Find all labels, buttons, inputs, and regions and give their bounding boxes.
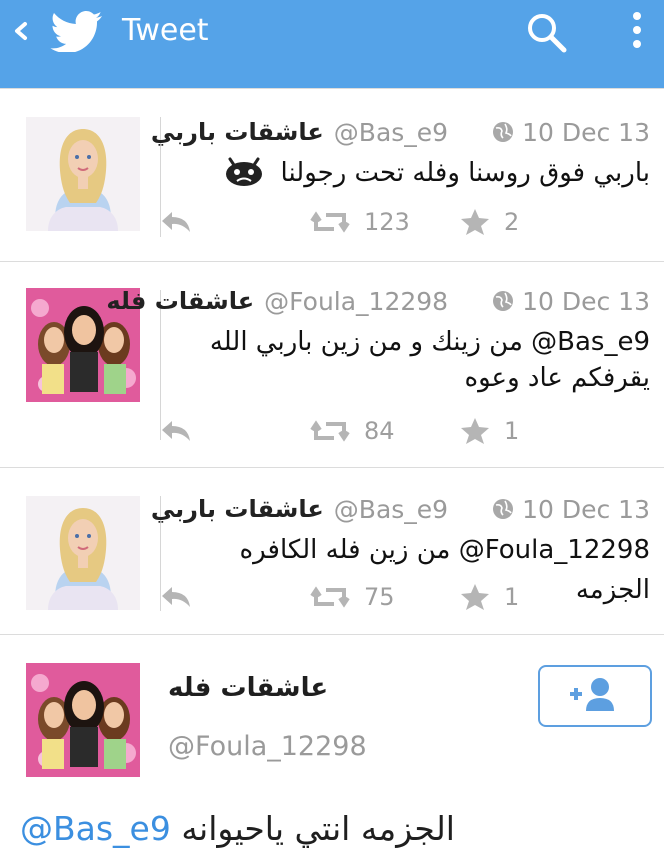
retweet-button[interactable]: 75 (310, 580, 395, 614)
retweet-count: 84 (364, 417, 395, 445)
retweet-icon (310, 420, 350, 442)
tweet-date[interactable]: 10 Dec 13 (522, 495, 650, 524)
top-app-bar: Tweet (0, 0, 664, 88)
reply-icon (162, 212, 190, 232)
fulla-dolls-avatar (26, 663, 140, 777)
author-name[interactable]: عاشقات باربي (151, 118, 324, 146)
profile-name[interactable]: عاشقات فله (168, 673, 328, 703)
globe-icon (493, 291, 514, 311)
globe-icon (493, 122, 514, 142)
tweet-text: باربي فوق روسنا وفله تحت رجولنا (280, 158, 650, 188)
crying-face-icon (226, 157, 263, 186)
star-icon (461, 584, 489, 610)
tweet-row[interactable]: عاشقات باربي @Bas_e9 10 Dec 13 @Foula_12… (0, 467, 664, 634)
tweet-text: يقرفكم عاد وعوه (464, 363, 651, 393)
more-vertical-icon (633, 12, 641, 20)
barbie-doll-avatar (26, 117, 140, 231)
reply-icon (162, 421, 190, 441)
barbie-doll-avatar (26, 496, 140, 610)
avatar[interactable] (26, 496, 140, 610)
tweet-actions: 84 1 (160, 414, 520, 448)
tweet-row[interactable]: عاشقات فله @Foula_12298 10 Dec 13 @Bas_e… (0, 261, 664, 467)
globe-icon (493, 499, 514, 519)
back-button[interactable] (10, 14, 34, 48)
tweet-header: عاشقات باربي @Bas_e9 10 Dec 13 (151, 492, 650, 526)
favorite-button[interactable]: 2 (460, 205, 519, 239)
tweet-text: من زينك و من زين باربي الله (209, 327, 523, 357)
page-title: Tweet (122, 13, 209, 48)
favorite-count: 1 (504, 417, 520, 445)
tweet-text-row: @Bas_e9 من زينك و من زين باربي الله (170, 322, 650, 362)
retweet-button[interactable]: 123 (310, 205, 410, 239)
main-tweet: عاشقات فله @Foula_12298 @Bas_e9 الجزمه ا… (0, 634, 664, 863)
star-icon (461, 209, 489, 235)
tweet-header: عاشقات باربي @Bas_e9 10 Dec 13 (151, 115, 650, 149)
mention-link[interactable]: @Bas_e9 (531, 327, 650, 357)
profile-handle[interactable]: @Foula_12298 (168, 731, 367, 762)
tweet-date[interactable]: 10 Dec 13 (522, 287, 650, 316)
search-icon (528, 14, 567, 53)
star-icon (461, 418, 489, 444)
retweet-button[interactable]: 84 (310, 414, 395, 448)
tweet-text-row: باربي فوق روسنا وفله تحت رجولنا (170, 153, 650, 193)
tweet-actions: 75 1 (160, 580, 520, 614)
chevron-left-icon (15, 22, 27, 40)
avatar[interactable] (26, 663, 140, 777)
tweet-text-row-2: يقرفكم عاد وعوه (170, 358, 651, 398)
main-tweet-text: @Bas_e9 الجزمه انتي ياحيوانه (20, 809, 455, 848)
tweet-text: الجزمه انتي ياحيوانه (181, 809, 455, 848)
author-name[interactable]: عاشقات فله (106, 287, 254, 315)
add-user-icon (570, 678, 614, 711)
mention-link[interactable]: @Bas_e9 (20, 809, 171, 848)
twitter-bird-icon (50, 11, 102, 52)
tweet-actions: 123 2 (160, 205, 520, 239)
retweet-icon (310, 586, 350, 608)
favorite-button[interactable]: 1 (460, 580, 519, 614)
author-handle[interactable]: @Bas_e9 (334, 495, 448, 524)
retweet-icon (310, 211, 350, 233)
reply-button[interactable] (160, 580, 192, 614)
avatar[interactable] (26, 117, 140, 231)
tweet-header: عاشقات فله @Foula_12298 10 Dec 13 (106, 284, 650, 318)
author-name[interactable]: عاشقات باربي (151, 495, 324, 523)
retweet-count: 75 (364, 583, 395, 611)
tweet-row[interactable]: عاشقات باربي @Bas_e9 10 Dec 13 باربي فوق… (0, 88, 664, 261)
reply-icon (162, 587, 190, 607)
favorite-count: 2 (504, 208, 520, 236)
author-handle[interactable]: @Foula_12298 (264, 287, 448, 316)
favorite-button[interactable]: 1 (460, 414, 519, 448)
search-button[interactable] (522, 8, 570, 56)
author-handle[interactable]: @Bas_e9 (334, 118, 448, 147)
reply-button[interactable] (160, 205, 192, 239)
reply-button[interactable] (160, 414, 192, 448)
retweet-count: 123 (364, 208, 410, 236)
overflow-menu-button[interactable] (624, 6, 650, 60)
favorite-count: 1 (504, 583, 520, 611)
mention-link[interactable]: @Foula_12298 (459, 535, 650, 565)
follow-button[interactable] (538, 665, 652, 727)
tweet-date[interactable]: 10 Dec 13 (522, 118, 650, 147)
